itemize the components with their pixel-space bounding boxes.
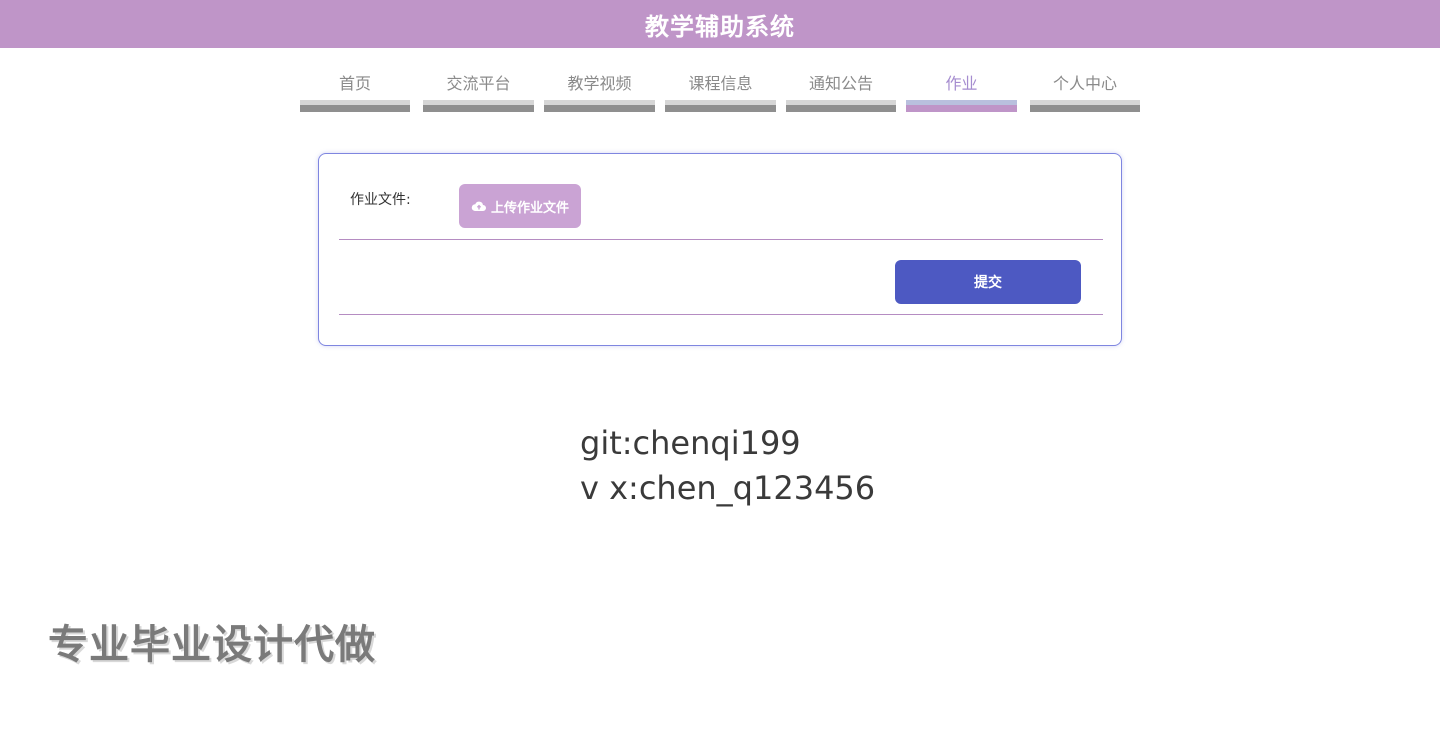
nav-label: 交流平台	[446, 74, 511, 93]
nav-item-forum[interactable]: 交流平台	[423, 58, 534, 112]
promo-watermark: 专业毕业设计代做	[48, 622, 376, 668]
nav-underline	[1030, 100, 1140, 112]
git-contact-text: git:chenqi199	[580, 424, 801, 462]
nav-item-home[interactable]: 首页	[300, 58, 410, 112]
divider	[339, 239, 1103, 240]
nav-underline	[786, 100, 896, 112]
header-bar: 教学辅助系统	[0, 0, 1440, 48]
wechat-contact-text: v x:chen_q123456	[580, 469, 876, 507]
cloud-upload-icon	[471, 201, 486, 211]
nav-item-profile[interactable]: 个人中心	[1030, 58, 1140, 112]
file-field-label: 作业文件:	[350, 192, 411, 208]
nav-label: 通知公告	[808, 74, 873, 93]
nav-item-courses[interactable]: 课程信息	[665, 58, 776, 112]
nav-label: 个人中心	[1052, 74, 1117, 93]
nav-item-notices[interactable]: 通知公告	[786, 58, 896, 112]
app-title: 教学辅助系统	[645, 12, 795, 41]
nav-underline	[544, 100, 655, 112]
nav-item-videos[interactable]: 教学视频	[544, 58, 655, 112]
nav-label: 作业	[945, 74, 978, 93]
homework-form-card: 作业文件: 上传作业文件 提交	[318, 153, 1122, 346]
upload-button-label: 上传作业文件	[490, 200, 569, 216]
nav-item-homework[interactable]: 作业	[906, 58, 1017, 112]
nav-label: 课程信息	[688, 74, 753, 93]
divider	[339, 314, 1103, 315]
nav-label: 首页	[338, 74, 371, 93]
upload-file-button[interactable]: 上传作业文件	[459, 184, 581, 228]
nav-underline	[665, 100, 776, 112]
nav-underline-active	[906, 100, 1017, 112]
nav-underline	[300, 100, 410, 112]
submit-button-label: 提交	[974, 275, 1002, 291]
nav-underline	[423, 100, 534, 112]
nav-label: 教学视频	[567, 74, 632, 93]
submit-button[interactable]: 提交	[895, 260, 1081, 304]
